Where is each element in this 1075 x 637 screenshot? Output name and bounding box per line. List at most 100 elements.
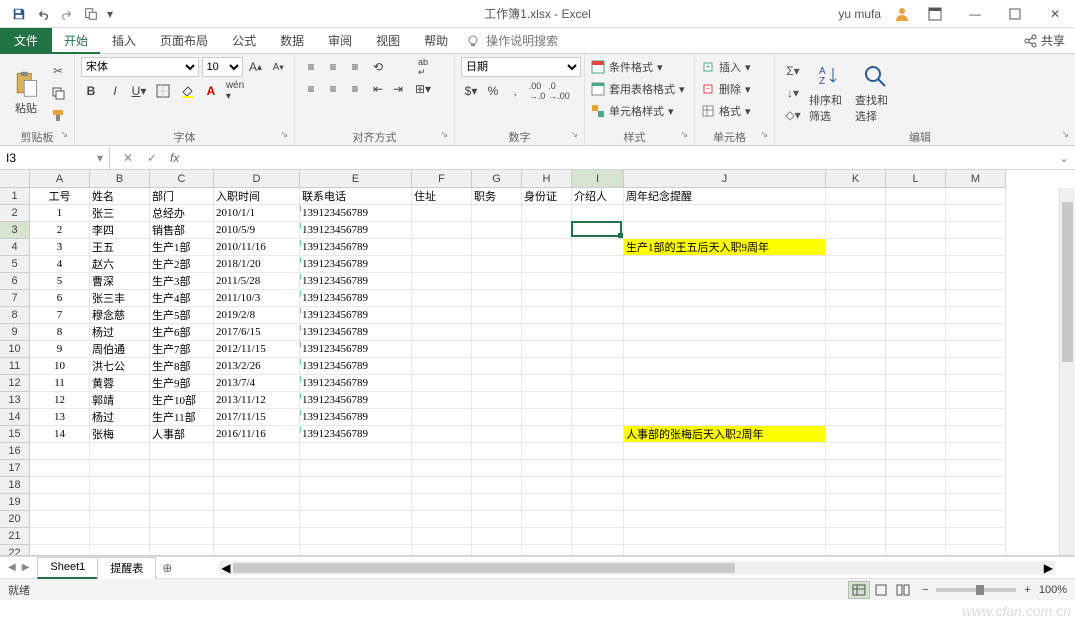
cell[interactable] bbox=[90, 511, 150, 528]
cell[interactable] bbox=[886, 409, 946, 426]
cell[interactable] bbox=[886, 426, 946, 443]
increase-decimal-icon[interactable]: .00→.0 bbox=[527, 81, 547, 101]
percent-icon[interactable]: % bbox=[483, 81, 503, 101]
cell[interactable] bbox=[472, 273, 522, 290]
cell[interactable] bbox=[886, 358, 946, 375]
tab-file[interactable]: 文件 bbox=[0, 28, 52, 54]
cell[interactable] bbox=[886, 494, 946, 511]
cell[interactable]: 周年纪念提醒 bbox=[624, 188, 826, 205]
cell[interactable] bbox=[30, 443, 90, 460]
cell[interactable]: 洪七公 bbox=[90, 358, 150, 375]
cell[interactable] bbox=[886, 477, 946, 494]
cell[interactable]: 赵六 bbox=[90, 256, 150, 273]
cell[interactable] bbox=[412, 205, 472, 222]
cell[interactable] bbox=[826, 239, 886, 256]
cell[interactable]: 王五 bbox=[90, 239, 150, 256]
cell[interactable]: 生产1部 bbox=[150, 239, 214, 256]
cell[interactable]: 139123456789 bbox=[300, 205, 412, 222]
cell[interactable] bbox=[886, 222, 946, 239]
cell[interactable]: 2017/11/15 bbox=[214, 409, 300, 426]
cell[interactable]: 生产4部 bbox=[150, 290, 214, 307]
row-header-15[interactable]: 15 bbox=[0, 426, 30, 443]
cell[interactable]: 生产10部 bbox=[150, 392, 214, 409]
row-header-16[interactable]: 16 bbox=[0, 443, 30, 460]
cell[interactable]: 5 bbox=[30, 273, 90, 290]
cell[interactable]: 2010/5/9 bbox=[214, 222, 300, 239]
name-box[interactable]: ▾ bbox=[0, 147, 110, 169]
cell[interactable] bbox=[472, 460, 522, 477]
cell[interactable]: 3 bbox=[30, 239, 90, 256]
align-top-icon[interactable]: ≡ bbox=[301, 57, 321, 77]
cell[interactable] bbox=[946, 205, 1006, 222]
cell[interactable] bbox=[30, 511, 90, 528]
cell[interactable] bbox=[826, 273, 886, 290]
cell[interactable] bbox=[412, 477, 472, 494]
cell[interactable] bbox=[90, 477, 150, 494]
cell[interactable] bbox=[826, 341, 886, 358]
cell[interactable] bbox=[826, 205, 886, 222]
cell[interactable]: 杨过 bbox=[90, 409, 150, 426]
cell[interactable] bbox=[624, 443, 826, 460]
cell[interactable] bbox=[624, 392, 826, 409]
cell[interactable] bbox=[522, 545, 572, 556]
cell[interactable]: 2018/1/20 bbox=[214, 256, 300, 273]
cell[interactable]: 139123456789 bbox=[300, 375, 412, 392]
page-layout-view-icon[interactable] bbox=[870, 581, 892, 599]
cell[interactable] bbox=[572, 358, 624, 375]
row-header-3[interactable]: 3 bbox=[0, 222, 30, 239]
redo-icon[interactable] bbox=[56, 3, 78, 25]
cell[interactable] bbox=[572, 375, 624, 392]
cell[interactable] bbox=[826, 222, 886, 239]
cell[interactable] bbox=[624, 307, 826, 324]
fx-icon[interactable]: fx bbox=[170, 151, 179, 165]
cell[interactable]: 139123456789 bbox=[300, 324, 412, 341]
minimize-icon[interactable]: — bbox=[959, 2, 991, 26]
cell[interactable] bbox=[90, 528, 150, 545]
cell[interactable] bbox=[522, 443, 572, 460]
cancel-formula-icon[interactable]: ✕ bbox=[120, 151, 136, 165]
cell[interactable]: 139123456789 bbox=[300, 222, 412, 239]
cell[interactable] bbox=[472, 290, 522, 307]
cell[interactable] bbox=[572, 443, 624, 460]
enter-formula-icon[interactable]: ✓ bbox=[144, 151, 160, 165]
cell[interactable]: 张梅 bbox=[90, 426, 150, 443]
phonetic-icon[interactable]: wén▾ bbox=[225, 81, 245, 101]
cell[interactable] bbox=[826, 494, 886, 511]
tab-formulas[interactable]: 公式 bbox=[220, 28, 268, 54]
cell[interactable] bbox=[572, 426, 624, 443]
add-sheet-button[interactable]: ⊕ bbox=[155, 561, 179, 575]
copy-icon[interactable] bbox=[48, 83, 68, 103]
qat-dropdown-icon[interactable]: ▾ bbox=[104, 3, 116, 25]
maximize-icon[interactable] bbox=[999, 2, 1031, 26]
cell[interactable] bbox=[624, 222, 826, 239]
cell[interactable]: 139123456789 bbox=[300, 290, 412, 307]
align-left-icon[interactable]: ≡ bbox=[301, 79, 321, 99]
cell[interactable]: 139123456789 bbox=[300, 307, 412, 324]
cell[interactable]: 139123456789 bbox=[300, 426, 412, 443]
cell[interactable] bbox=[826, 188, 886, 205]
cell[interactable]: 黄蓉 bbox=[90, 375, 150, 392]
cell[interactable] bbox=[826, 460, 886, 477]
horizontal-scrollbar[interactable]: ◀ ▶ bbox=[219, 561, 1055, 575]
cell[interactable]: 住址 bbox=[412, 188, 472, 205]
cell[interactable]: 生产3部 bbox=[150, 273, 214, 290]
col-header-L[interactable]: L bbox=[886, 170, 946, 188]
select-all-corner[interactable] bbox=[0, 170, 30, 188]
increase-font-icon[interactable]: A▴ bbox=[246, 57, 266, 77]
cell[interactable]: 8 bbox=[30, 324, 90, 341]
cell[interactable] bbox=[946, 307, 1006, 324]
cell[interactable] bbox=[522, 324, 572, 341]
tab-insert[interactable]: 插入 bbox=[100, 28, 148, 54]
cell[interactable] bbox=[624, 324, 826, 341]
cell[interactable]: 郭靖 bbox=[90, 392, 150, 409]
cell[interactable] bbox=[30, 477, 90, 494]
cell[interactable] bbox=[472, 324, 522, 341]
cell[interactable] bbox=[886, 460, 946, 477]
cell[interactable] bbox=[150, 511, 214, 528]
decrease-decimal-icon[interactable]: .0→.00 bbox=[549, 81, 569, 101]
col-header-A[interactable]: A bbox=[30, 170, 90, 188]
cell[interactable] bbox=[472, 307, 522, 324]
sheet-tab-2[interactable]: 提醒表 bbox=[97, 557, 156, 579]
cell[interactable]: 139123456789 bbox=[300, 239, 412, 256]
cell[interactable] bbox=[522, 528, 572, 545]
